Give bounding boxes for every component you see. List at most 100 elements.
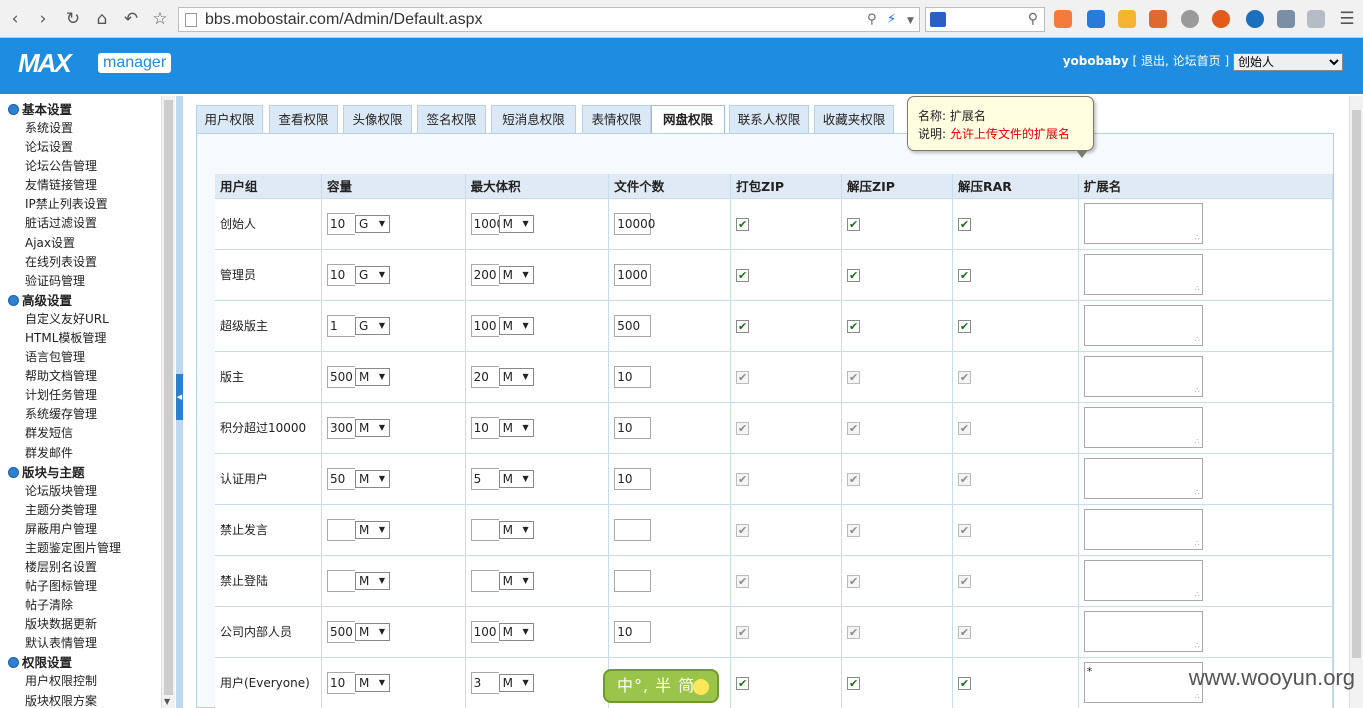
checkbox[interactable]: ✔ (847, 676, 861, 690)
checkbox[interactable]: ✔ (847, 625, 861, 639)
extension-icon[interactable] (1246, 10, 1264, 28)
capacity-unit-select[interactable]: G ▼ (355, 214, 391, 233)
tab[interactable]: 用户权限 (196, 105, 263, 133)
extension-textarea[interactable]: ∴ (1083, 560, 1203, 601)
sidebar-item[interactable]: 主题分类管理 (0, 501, 174, 520)
header-links[interactable]: [ 退出, 论坛首页 ] (1133, 54, 1230, 68)
sidebar-item[interactable]: 自定义友好URL (0, 310, 174, 329)
extension-icon[interactable] (1118, 10, 1136, 28)
maxsize-unit-select[interactable]: M ▼ (498, 418, 534, 437)
checkbox[interactable]: ✔ (736, 319, 750, 333)
tab[interactable]: 短消息权限 (491, 105, 576, 133)
resize-grip-icon[interactable]: ∴ (1195, 437, 1200, 446)
maxsize-unit-select[interactable]: M ▼ (498, 367, 534, 386)
sidebar-group[interactable]: 权限设置 (0, 653, 174, 672)
back-icon[interactable]: ‹ (4, 8, 26, 30)
checkbox[interactable]: ✔ (847, 217, 861, 231)
checkbox[interactable]: ✔ (847, 421, 861, 435)
maxsize-input[interactable]: 20 (470, 365, 499, 388)
expand-icon[interactable] (8, 657, 19, 669)
checkbox[interactable]: ✔ (957, 217, 971, 231)
expand-icon[interactable] (8, 104, 19, 115)
extension-textarea[interactable]: ∴ (1083, 509, 1203, 550)
maxsize-input[interactable] (470, 518, 499, 541)
url-text[interactable]: bbs.mobostair.com/Admin/Default.aspx (205, 11, 482, 29)
forward-icon[interactable]: › (32, 8, 54, 30)
user-icon[interactable] (1277, 10, 1295, 28)
lightning-icon[interactable]: ⚡ (887, 12, 896, 27)
sidebar-item[interactable]: Ajax设置 (0, 234, 174, 253)
checkbox[interactable]: ✔ (847, 268, 861, 282)
maxsize-unit-select[interactable]: M ▼ (498, 265, 534, 284)
address-bar[interactable]: bbs.mobostair.com/Admin/Default.aspx ⚲ ⚡… (178, 7, 920, 32)
checkbox[interactable]: ✔ (736, 472, 750, 486)
sidebar-item[interactable]: 脏话过滤设置 (0, 214, 174, 233)
file-count-input[interactable] (614, 569, 652, 592)
maxsize-input[interactable]: 1000 (470, 212, 499, 235)
checkbox[interactable]: ✔ (736, 421, 750, 435)
checkbox[interactable]: ✔ (847, 472, 861, 486)
tab[interactable]: 表情权限 (582, 105, 651, 133)
sidebar-group-title[interactable]: 版块与主题 (22, 465, 85, 480)
file-count-input[interactable]: 10 (614, 467, 652, 490)
extension-icon[interactable] (1149, 10, 1167, 28)
sidebar-item[interactable]: 楼层别名设置 (0, 558, 174, 577)
undo-icon[interactable]: ↶ (120, 8, 142, 30)
sidebar-item[interactable]: 验证码管理 (0, 272, 174, 291)
tab[interactable]: 联系人权限 (729, 105, 809, 133)
tab[interactable]: 头像权限 (343, 105, 412, 133)
capacity-input[interactable] (327, 518, 356, 541)
sidebar-item[interactable]: 论坛公告管理 (0, 157, 174, 176)
search-engine-icon[interactable] (930, 12, 946, 27)
file-count-input[interactable]: 500 (614, 314, 652, 337)
checkbox[interactable]: ✔ (957, 319, 971, 333)
capacity-unit-select[interactable]: G ▼ (355, 265, 391, 284)
sidebar-item[interactable]: HTML模板管理 (0, 329, 174, 348)
main-scrollbar[interactable] (1349, 96, 1363, 708)
tab[interactable]: 网盘权限 (651, 105, 725, 135)
resize-grip-icon[interactable]: ∴ (1195, 590, 1200, 599)
extension-icon[interactable] (1054, 10, 1072, 28)
capacity-unit-select[interactable]: M ▼ (355, 673, 391, 692)
extension-textarea[interactable]: ∴ (1083, 458, 1203, 499)
sidebar-item[interactable]: 屏蔽用户管理 (0, 520, 174, 539)
extension-textarea[interactable]: * ∴ (1083, 662, 1203, 703)
window-icon[interactable] (1307, 10, 1325, 28)
role-select[interactable]: 创始人 (1233, 52, 1343, 71)
maxsize-input[interactable]: 100 (470, 314, 499, 337)
maxsize-unit-select[interactable]: M ▼ (498, 469, 534, 488)
checkbox[interactable]: ✔ (847, 574, 861, 588)
capacity-input[interactable]: 10 (327, 263, 356, 286)
checkbox[interactable]: ✔ (847, 319, 861, 333)
sidebar-splitter[interactable]: ◀ (176, 96, 183, 708)
checkbox[interactable]: ✔ (957, 676, 971, 690)
sidebar-item[interactable]: 版块数据更新 (0, 615, 174, 634)
maxsize-input[interactable]: 3 (470, 671, 499, 694)
maxsize-input[interactable] (470, 569, 499, 592)
file-count-input[interactable]: 10000 (614, 212, 655, 235)
resize-grip-icon[interactable]: ∴ (1195, 233, 1200, 242)
checkbox[interactable]: ✔ (957, 472, 971, 486)
checkbox[interactable]: ✔ (736, 217, 750, 231)
checkbox[interactable]: ✔ (957, 523, 971, 537)
resize-grip-icon[interactable]: ∴ (1195, 539, 1200, 548)
resize-grip-icon[interactable]: ∴ (1195, 692, 1200, 701)
maxsize-unit-select[interactable]: M ▼ (498, 214, 534, 233)
file-count-input[interactable]: 10 (614, 416, 652, 439)
sidebar-group-title[interactable]: 基本设置 (22, 102, 72, 117)
resize-grip-icon[interactable]: ∴ (1195, 488, 1200, 497)
sidebar-item[interactable]: 群发邮件 (0, 444, 174, 463)
sidebar-item[interactable]: 系统缓存管理 (0, 405, 174, 424)
file-count-input[interactable]: 10 (614, 365, 652, 388)
capacity-unit-select[interactable]: M ▼ (355, 418, 391, 437)
checkbox[interactable]: ✔ (957, 370, 971, 384)
sidebar-item[interactable]: 帖子图标管理 (0, 577, 174, 596)
resize-grip-icon[interactable]: ∴ (1195, 386, 1200, 395)
capacity-input[interactable]: 1 (327, 314, 356, 337)
search-icon[interactable]: ⚲ (1028, 11, 1038, 27)
key-icon[interactable]: ⚲ (867, 12, 877, 27)
maxsize-input[interactable]: 200 (470, 263, 499, 286)
checkbox[interactable]: ✔ (957, 625, 971, 639)
checkbox[interactable]: ✔ (736, 523, 750, 537)
capacity-unit-select[interactable]: G ▼ (355, 316, 391, 335)
